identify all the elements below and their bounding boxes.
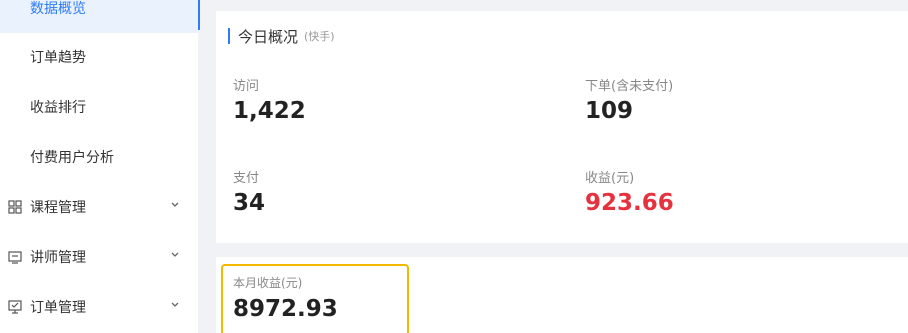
sidebar: 数据概览 订单趋势 收益排行 付费用户分析 课程管理 讲师管理 订单管理 [0,0,198,333]
sidebar-item-label: 数据概览 [30,1,86,17]
today-overview-subtitle: (快手) [304,30,335,43]
sidebar-group-course-management[interactable]: 课程管理 [0,182,198,232]
revenue-value: 923.66 [585,190,674,216]
visits-label: 访问 [233,79,260,94]
teacher-icon [8,251,22,264]
sidebar-group-label: 订单管理 [30,300,86,316]
chevron-down-icon [171,202,179,207]
paid-label: 支付 [233,171,260,186]
today-overview-header: 今日概况 (快手) [228,27,335,46]
sidebar-group-order-management[interactable]: 订单管理 [0,282,198,332]
sidebar-item-paying-user-analysis[interactable]: 付费用户分析 [0,132,198,182]
chevron-down-icon [171,252,179,257]
revenue-label: 收益(元) [585,171,635,186]
sidebar-item-label: 付费用户分析 [30,150,114,166]
sidebar-group-label: 讲师管理 [30,250,86,266]
active-indicator [198,0,200,30]
sidebar-item-revenue-ranking[interactable]: 收益排行 [0,82,198,132]
sidebar-item-label: 订单趋势 [30,50,86,66]
orders-value: 109 [585,98,634,124]
month-revenue-value: 8972.93 [233,296,338,322]
sidebar-item-label: 收益排行 [30,100,86,116]
sidebar-group-label: 课程管理 [30,200,86,216]
orders-label: 下单(含未支付) [585,79,674,94]
sidebar-group-teacher-management[interactable]: 讲师管理 [0,232,198,282]
today-overview-title: 今日概况 [238,27,299,46]
paid-value: 34 [233,190,266,216]
visits-value: 1,422 [233,98,306,124]
sidebar-item-data-overview[interactable]: 数据概览 [0,0,198,33]
today-overview-card [216,11,908,243]
month-revenue-label: 本月收益(元) [233,276,303,290]
title-accent-bar [228,28,230,44]
sidebar-item-order-trend[interactable]: 订单趋势 [0,32,198,82]
chevron-down-icon [171,302,179,307]
grid-icon [8,200,22,214]
order-icon [8,300,22,314]
